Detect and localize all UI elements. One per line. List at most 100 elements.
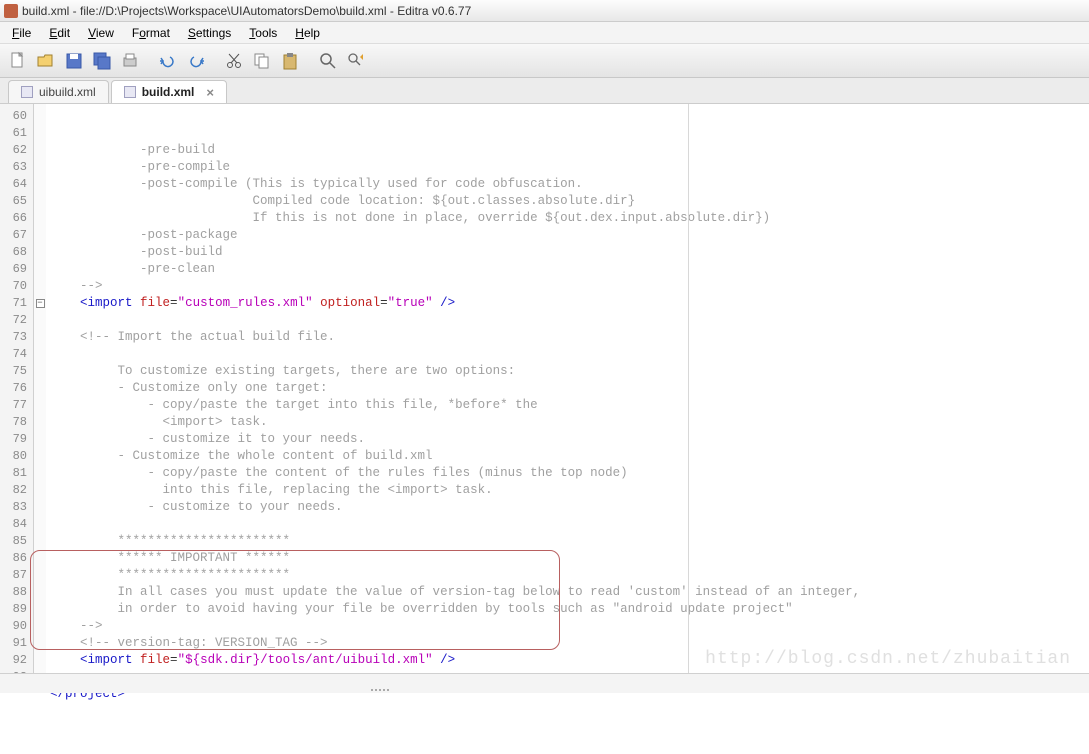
fold-toggle[interactable]: − bbox=[36, 299, 45, 308]
code-line: - Customize the whole content of build.x… bbox=[50, 449, 433, 463]
line-number: 76 bbox=[0, 380, 33, 397]
grip-icon bbox=[370, 680, 410, 686]
menu-settings[interactable]: Settings bbox=[180, 24, 239, 42]
editor[interactable]: 60 61 62 63 64 65 66 67 68 69 70 71 72 7… bbox=[0, 104, 1089, 692]
code-line: ****** IMPORTANT ****** bbox=[50, 551, 290, 565]
line-number: 61 bbox=[0, 125, 33, 142]
tab-uibuild[interactable]: uibuild.xml bbox=[8, 80, 109, 103]
line-number: 82 bbox=[0, 482, 33, 499]
code-line: <import> task. bbox=[50, 415, 268, 429]
code-line: -post-build bbox=[50, 245, 223, 259]
line-number: 60 bbox=[0, 108, 33, 125]
copy-button[interactable] bbox=[250, 49, 274, 73]
tab-label: uibuild.xml bbox=[39, 85, 96, 99]
tab-build[interactable]: build.xml × bbox=[111, 80, 227, 103]
code-line: <import file="${sdk.dir}/tools/ant/uibui… bbox=[50, 653, 455, 667]
code-line: *********************** bbox=[50, 568, 290, 582]
code-line: - Customize only one target: bbox=[50, 381, 328, 395]
close-icon[interactable]: × bbox=[206, 85, 214, 100]
code-line: -pre-clean bbox=[50, 262, 215, 276]
code-line: -post-compile (This is typically used fo… bbox=[50, 177, 583, 191]
find-button[interactable] bbox=[316, 49, 340, 73]
line-number: 92 bbox=[0, 652, 33, 669]
line-number: 65 bbox=[0, 193, 33, 210]
code-line: Compiled code location: ${out.classes.ab… bbox=[50, 194, 635, 208]
new-file-button[interactable] bbox=[6, 49, 30, 73]
code-line: - customize to your needs. bbox=[50, 500, 343, 514]
code-line: -pre-compile bbox=[50, 160, 230, 174]
tab-row: uibuild.xml build.xml × bbox=[0, 78, 1089, 104]
undo-button[interactable] bbox=[156, 49, 180, 73]
window-title: build.xml - file://D:\Projects\Workspace… bbox=[22, 4, 471, 18]
line-number: 71 bbox=[0, 295, 33, 312]
line-number: 67 bbox=[0, 227, 33, 244]
line-number: 90 bbox=[0, 618, 33, 635]
line-number: 73 bbox=[0, 329, 33, 346]
doc-icon bbox=[124, 86, 136, 98]
save-button[interactable] bbox=[62, 49, 86, 73]
line-number: 77 bbox=[0, 397, 33, 414]
code-line: - copy/paste the target into this file, … bbox=[50, 398, 538, 412]
find-replace-button[interactable] bbox=[344, 49, 368, 73]
line-number: 84 bbox=[0, 516, 33, 533]
menubar: File Edit View Format Settings Tools Hel… bbox=[0, 22, 1089, 44]
line-number: 86 bbox=[0, 550, 33, 567]
line-number: 89 bbox=[0, 601, 33, 618]
line-number: 78 bbox=[0, 414, 33, 431]
menu-format[interactable]: Format bbox=[124, 24, 178, 42]
line-number: 74 bbox=[0, 346, 33, 363]
highlight-annotation bbox=[30, 550, 560, 650]
code-line: In all cases you must update the value o… bbox=[50, 585, 860, 599]
code-line: in order to avoid having your file be ov… bbox=[50, 602, 793, 616]
line-number: 62 bbox=[0, 142, 33, 159]
line-number: 87 bbox=[0, 567, 33, 584]
line-number: 64 bbox=[0, 176, 33, 193]
line-number: 80 bbox=[0, 448, 33, 465]
app-icon bbox=[4, 4, 18, 18]
redo-button[interactable] bbox=[184, 49, 208, 73]
code-line: into this file, replacing the <import> t… bbox=[50, 483, 493, 497]
open-file-button[interactable] bbox=[34, 49, 58, 73]
code-line: - customize it to your needs. bbox=[50, 432, 365, 446]
margin-guide bbox=[688, 104, 689, 692]
line-number: 63 bbox=[0, 159, 33, 176]
code-line: - copy/paste the content of the rules fi… bbox=[50, 466, 628, 480]
menu-help[interactable]: Help bbox=[287, 24, 328, 42]
doc-icon bbox=[21, 86, 33, 98]
code-line: <!-- Import the actual build file. bbox=[50, 330, 335, 344]
titlebar: build.xml - file://D:\Projects\Workspace… bbox=[0, 0, 1089, 22]
print-button[interactable] bbox=[118, 49, 142, 73]
line-number: 72 bbox=[0, 312, 33, 329]
menu-tools[interactable]: Tools bbox=[241, 24, 285, 42]
code-line: -post-package bbox=[50, 228, 238, 242]
statusbar bbox=[0, 673, 1089, 693]
paste-button[interactable] bbox=[278, 49, 302, 73]
line-number: 88 bbox=[0, 584, 33, 601]
line-number: 79 bbox=[0, 431, 33, 448]
line-number: 68 bbox=[0, 244, 33, 261]
code-line: -pre-build bbox=[50, 143, 215, 157]
line-gutter: 60 61 62 63 64 65 66 67 68 69 70 71 72 7… bbox=[0, 104, 34, 692]
code-line: --> bbox=[50, 279, 103, 293]
toolbar bbox=[0, 44, 1089, 78]
menu-edit[interactable]: Edit bbox=[41, 24, 78, 42]
line-number: 85 bbox=[0, 533, 33, 550]
line-number: 69 bbox=[0, 261, 33, 278]
code-line: --> bbox=[50, 619, 103, 633]
line-number: 66 bbox=[0, 210, 33, 227]
code-area[interactable]: -pre-build -pre-compile -post-compile (T… bbox=[46, 104, 1089, 692]
line-number: 91 bbox=[0, 635, 33, 652]
watermark: http://blog.csdn.net/zhubaitian bbox=[705, 649, 1071, 669]
code-line: To customize existing targets, there are… bbox=[50, 364, 515, 378]
code-line: <import file="custom_rules.xml" optional… bbox=[50, 296, 455, 310]
code-line: <!-- version-tag: VERSION_TAG --> bbox=[50, 636, 328, 650]
line-number: 75 bbox=[0, 363, 33, 380]
menu-file[interactable]: File bbox=[4, 24, 39, 42]
cut-button[interactable] bbox=[222, 49, 246, 73]
line-number: 81 bbox=[0, 465, 33, 482]
code-line: If this is not done in place, override $… bbox=[50, 211, 770, 225]
menu-view[interactable]: View bbox=[80, 24, 122, 42]
save-all-button[interactable] bbox=[90, 49, 114, 73]
code-line: *********************** bbox=[50, 534, 290, 548]
tab-label: build.xml bbox=[142, 85, 195, 99]
